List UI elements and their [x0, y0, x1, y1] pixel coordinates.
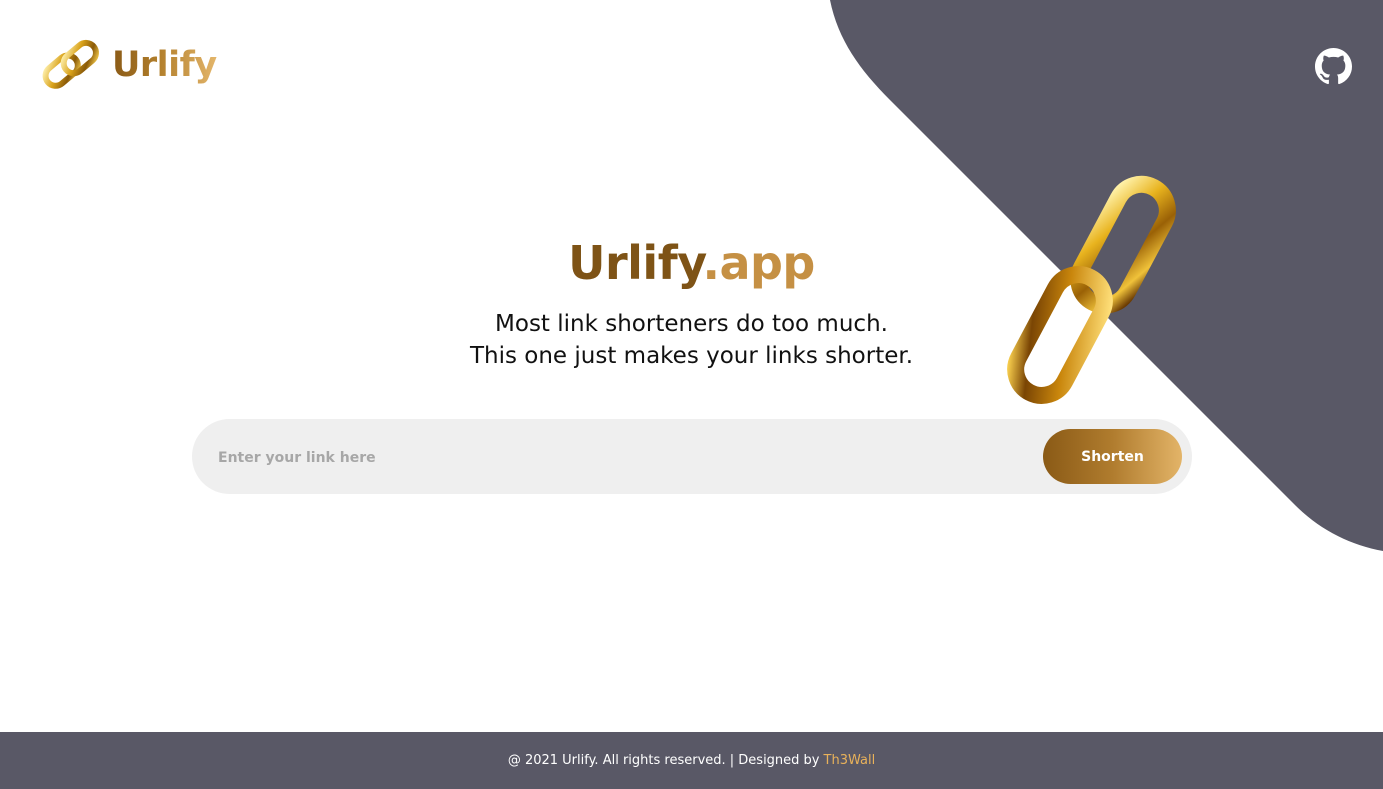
subtitle-line-1: Most link shorteners do too much.	[495, 311, 888, 337]
github-link[interactable]	[1315, 48, 1352, 85]
shorten-button[interactable]: Shorten	[1043, 429, 1182, 484]
hero-chain-icon	[1007, 175, 1176, 404]
chain-link-icon	[42, 39, 99, 89]
subtitle-line-2: This one just makes your links shorter.	[469, 343, 914, 369]
hero-subtitle: Most link shorteners do too much. This o…	[0, 308, 1383, 372]
footer: @ 2021 Urlify. All rights reserved. | De…	[0, 732, 1383, 789]
shorten-form: Shorten	[192, 419, 1192, 494]
title-suffix: .app	[702, 236, 815, 290]
github-icon	[1315, 48, 1352, 85]
designer-link[interactable]: Th3Wall	[824, 753, 876, 768]
brand-name: Urlify	[112, 45, 217, 85]
brand-logo-link[interactable]: Urlify	[36, 34, 217, 96]
title-main: Urlify	[568, 236, 703, 290]
page-title: Urlify.app	[0, 236, 1383, 290]
link-input[interactable]	[216, 437, 1020, 479]
footer-copyright: @ 2021 Urlify. All rights reserved. | De…	[507, 753, 820, 768]
page: Urlify Urlify.app Most link shorteners d…	[0, 0, 1383, 789]
